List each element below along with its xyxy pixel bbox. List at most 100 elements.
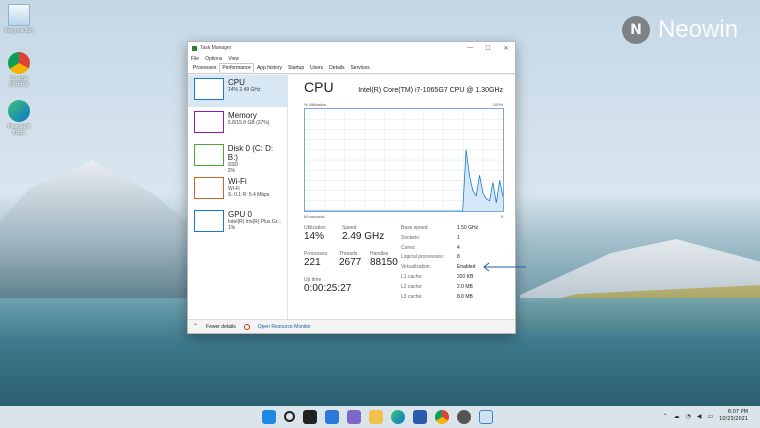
chrome-icon[interactable] [435,410,449,424]
wifi-icon[interactable]: ◔ [686,413,691,420]
spec-value: Enabled [457,264,476,271]
open-resource-monitor-link[interactable]: Open Resource Monitor [258,324,311,330]
cpu-thumbnail-graph [194,78,224,100]
file-explorer-icon[interactable] [369,410,383,424]
spec-row: L2 cache: 2.0 MB [401,284,478,294]
graph-max-label: 100% [492,102,503,107]
threads-stat: Threads 2677 [339,251,361,269]
chevron-up-icon[interactable]: ⌃ [663,413,668,420]
sidebar-item-memory[interactable]: Memory 5.8/15.8 GB (37%) [188,108,287,140]
chrome-dev-icon[interactable] [457,410,471,424]
cpu-utilization-graph [304,108,504,212]
annotation-arrow [483,262,526,272]
chrome-icon [8,52,30,74]
desktop-chrome[interactable]: Google Chrome [4,52,34,88]
start-icon[interactable] [262,410,276,424]
neowin-logo-icon: N [622,16,650,44]
system-tray: ⌃ ☁ ◔ ◀ ▭ 6:07 PM 10/23/2021 [663,409,748,423]
sidebar-item-label: Wi-Fi [228,177,247,186]
spec-row-virtualization: Virtualization: Enabled [401,264,478,274]
stat-value: 221 [304,257,321,268]
sidebar-item-sub: 14% 2.49 GHz [228,87,261,93]
maximize-button[interactable]: ☐ [479,45,497,52]
tab-bar: Processes Performance App history Startu… [188,63,515,74]
close-button[interactable]: ✕ [497,45,515,52]
spec-value: 8 [457,254,460,261]
minimize-button[interactable]: — [461,45,479,52]
gpu-thumbnail-graph [194,210,224,232]
spec-value: 1 [457,234,460,241]
widgets-icon[interactable] [325,410,339,424]
desktop-recycle-bin[interactable]: Recycle Bin [4,4,34,34]
store-icon[interactable] [413,410,427,424]
cpu-model: Intel(R) Core(TM) i7-1065G7 CPU @ 1.30GH… [358,87,503,94]
tab-app-history[interactable]: App history [254,63,285,73]
graph-time-label: 60 seconds [304,214,325,219]
stat-value: 0:00:25:27 [304,283,352,294]
edge-icon[interactable] [391,410,405,424]
taskbar: ⌃ ☁ ◔ ◀ ▭ 6:07 PM 10/23/2021 [0,406,760,428]
sidebar-item-sub: 1% [228,225,236,231]
spec-label: L1 cache: [401,273,423,280]
task-manager-icon [192,45,197,51]
window-footer: ⌃ Fewer details Open Resource Monitor [188,319,515,333]
teams-chat-icon[interactable] [347,410,361,424]
tab-performance[interactable]: Performance [219,63,254,73]
resource-monitor-icon [243,323,250,330]
spec-label: Cores: [401,244,416,251]
title-bar[interactable]: Task Manager — ☐ ✕ [188,42,515,54]
volume-icon[interactable]: ◀ [697,413,702,420]
tab-processes[interactable]: Processes [190,63,219,73]
sidebar-item-wifi[interactable]: Wi-Fi Wi-Fi S: 0.1 R: 5.4 Mbps [188,174,287,206]
processes-stat: Processes 221 [304,251,327,269]
desktop-edge[interactable]: Microsoft Edge [4,100,34,136]
battery-icon[interactable]: ▭ [708,413,714,420]
task-view-icon[interactable] [303,410,317,424]
stat-value: 2.49 GHz [342,231,385,242]
sidebar-item-label: CPU [228,78,245,87]
sidebar-item-gpu[interactable]: GPU 0 Intel(R) Iris(R) Plus Gr... 1% [188,207,287,239]
fewer-details-button[interactable]: Fewer details [206,324,236,330]
task-manager-window: Task Manager — ☐ ✕ File Options View Pro… [187,41,516,334]
spec-value: 2.0 MB [457,283,473,290]
spec-row: Sockets: 1 [401,235,478,245]
sidebar-item-disk[interactable]: Disk 0 (C: D: B:) SSD 2% [188,141,287,174]
tab-details[interactable]: Details [326,63,347,73]
search-icon[interactable] [284,411,295,422]
spec-value: 4 [457,244,460,251]
spec-row: Logical processors: 8 [401,254,478,264]
spec-row: Base speed: 1.50 GHz [401,225,478,235]
clock[interactable]: 6:07 PM 10/23/2021 [719,409,748,423]
cloud-icon[interactable]: ☁ [674,413,680,420]
menu-file[interactable]: File [191,56,199,62]
sidebar-item-label: Memory [228,111,257,120]
spec-label: L2 cache: [401,283,423,290]
taskbar-apps [262,410,493,424]
utilization-stat: Utilization 14% [304,225,326,243]
task-manager-icon[interactable] [479,410,493,424]
neowin-brand: Neowin [658,16,739,43]
spec-value: 8.0 MB [457,293,473,300]
disk-thumbnail-graph [194,144,224,166]
desktop-icon-label: Google Chrome [9,76,29,88]
tab-users[interactable]: Users [307,63,326,73]
sidebar-item-label: GPU 0 [228,210,253,219]
resource-sidebar: CPU 14% 2.49 GHz Memory 5.8/15.8 GB (37%… [188,75,288,319]
tab-services[interactable]: Services [347,63,372,73]
sidebar-item-label: Disk 0 (C: D: B:) [227,144,274,162]
speed-stat: Speed 2.49 GHz [342,225,384,243]
tab-startup[interactable]: Startup [285,63,307,73]
sidebar-item-sub: S: 0.1 R: 5.4 Mbps [228,192,270,198]
menu-options[interactable]: Options [205,56,222,62]
spec-value: 320 KB [457,273,474,280]
spec-label: Base speed: [401,225,429,231]
spec-row: Cores: 4 [401,245,478,255]
handles-stat: Handles 88150 [370,251,398,269]
spec-value: 1.50 GHz [457,225,479,231]
menu-view[interactable]: View [228,56,239,62]
sidebar-item-cpu[interactable]: CPU 14% 2.49 GHz [188,75,287,107]
stat-value: 88150 [370,257,398,268]
spec-label: Sockets: [401,234,421,241]
memory-thumbnail-graph [194,111,224,133]
stat-value: 2677 [339,257,362,268]
